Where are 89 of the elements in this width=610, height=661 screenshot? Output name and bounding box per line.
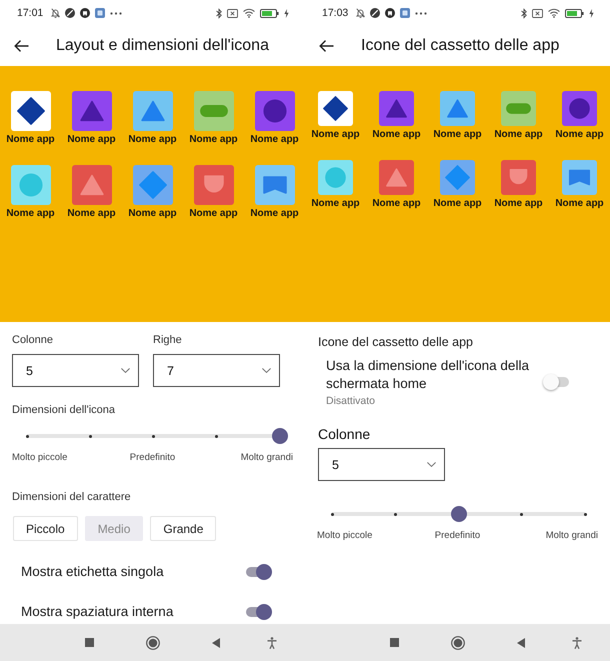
more-dots-icon <box>110 12 122 14</box>
back-arrow-icon[interactable] <box>14 40 29 52</box>
app-label: Nome app <box>6 133 55 146</box>
tick-dot-icon <box>152 434 155 438</box>
crossed-box-icon <box>532 8 543 18</box>
status-time: 17:03 <box>322 7 348 19</box>
slider-thumb[interactable] <box>450 506 466 522</box>
muted-bell-icon <box>51 8 60 18</box>
app-label: Nome app <box>250 207 299 220</box>
ring-icon[interactable] <box>146 636 160 650</box>
person-icon[interactable] <box>572 636 582 648</box>
slider-thumb[interactable] <box>272 428 288 444</box>
app-label: Nome app <box>311 197 360 210</box>
app-label: Nome app <box>189 207 238 220</box>
app-label: Nome app <box>372 128 421 141</box>
option-button[interactable]: Grande <box>150 516 216 541</box>
tick-dot-icon <box>394 512 397 516</box>
toggle-switch[interactable] <box>244 564 272 580</box>
tick-label: Molto piccole <box>12 452 68 463</box>
battery-icon <box>260 8 279 18</box>
setting-label: Dimensioni dell'icona <box>12 404 115 416</box>
square-app-icon <box>95 8 106 18</box>
setting-label: Mostra spaziatura interna <box>21 603 174 621</box>
dropdown-field[interactable]: 5 <box>318 448 445 481</box>
chevron-down-icon <box>262 368 271 373</box>
tick-dot-icon <box>584 512 586 516</box>
tick-label: Molto grandi <box>546 530 598 541</box>
left-triangle-icon[interactable] <box>517 638 525 648</box>
wifi-icon <box>548 8 560 18</box>
app-label: Nome app <box>311 128 360 141</box>
crossed-circle-icon <box>65 8 76 18</box>
person-icon[interactable] <box>267 636 277 648</box>
battery-icon <box>565 8 584 18</box>
round-logo-icon <box>80 8 90 18</box>
app-label: Nome app <box>555 197 604 210</box>
setting-label: Usa la dimensione dell'icona della schermata home <box>326 357 530 393</box>
screen-title: Icone del cassetto delle app <box>361 37 560 55</box>
app-label: Nome app <box>372 197 421 210</box>
toggle-switch[interactable] <box>543 374 571 390</box>
field-label: Righe <box>153 334 182 346</box>
tick-label: Molto piccole <box>317 530 372 541</box>
crossed-box-icon <box>227 8 238 18</box>
app-label: Nome app <box>128 133 177 146</box>
app-label: Nome app <box>67 207 116 220</box>
app-label: Nome app <box>494 128 543 141</box>
toggle-switch[interactable] <box>244 604 272 620</box>
square-app-icon <box>400 8 410 18</box>
app-label: Nome app <box>189 133 238 146</box>
tick-label: Predefinito <box>130 452 176 463</box>
app-label: Nome app <box>433 128 482 141</box>
dropdown-field[interactable]: 5 <box>12 354 139 387</box>
dropdown-field[interactable]: 7 <box>153 354 280 387</box>
field-label: Colonne <box>12 334 53 346</box>
setting-summary: Disattivato <box>326 395 376 407</box>
tick-label: Molto grandi <box>240 452 293 463</box>
app-label: Nome app <box>494 197 543 210</box>
bolt-icon <box>284 8 289 18</box>
left-triangle-icon[interactable] <box>212 638 220 648</box>
app-label: Nome app <box>433 197 482 210</box>
tick-dot-icon <box>26 434 28 438</box>
app-label: Nome app <box>250 133 299 146</box>
wifi-icon <box>243 8 255 18</box>
muted-bell-icon <box>356 8 366 18</box>
chevron-down-icon <box>121 368 130 373</box>
round-logo-icon <box>385 8 396 18</box>
crossed-circle-icon <box>370 8 380 18</box>
tick-label: Predefinito <box>434 530 480 541</box>
tick-dot-icon <box>330 512 334 516</box>
app-label: Nome app <box>67 133 116 146</box>
bluetooth-icon <box>521 8 527 18</box>
section-header: Icone del cassetto delle app <box>318 335 473 349</box>
setting-label: Mostra etichetta singola <box>21 563 164 581</box>
screen-title: Layout e dimensioni dell'icona <box>56 37 269 55</box>
tick-dot-icon <box>88 434 92 438</box>
setting-label: Dimensioni del carattere <box>12 491 131 503</box>
chevron-down-icon <box>427 462 436 467</box>
back-arrow-icon[interactable] <box>319 40 334 52</box>
bolt-icon <box>589 8 594 18</box>
tick-dot-icon <box>215 434 218 438</box>
app-label: Nome app <box>128 207 177 220</box>
app-label: Nome app <box>6 207 55 220</box>
more-dots-icon <box>415 12 428 14</box>
app-label: Nome app <box>555 128 604 141</box>
field-label: Colonne <box>318 426 370 442</box>
status-time: 17:01 <box>17 7 44 19</box>
ring-icon[interactable] <box>451 636 465 650</box>
bluetooth-icon <box>216 8 222 18</box>
tick-dot-icon <box>520 512 524 516</box>
option-button[interactable]: Piccolo <box>13 516 78 541</box>
